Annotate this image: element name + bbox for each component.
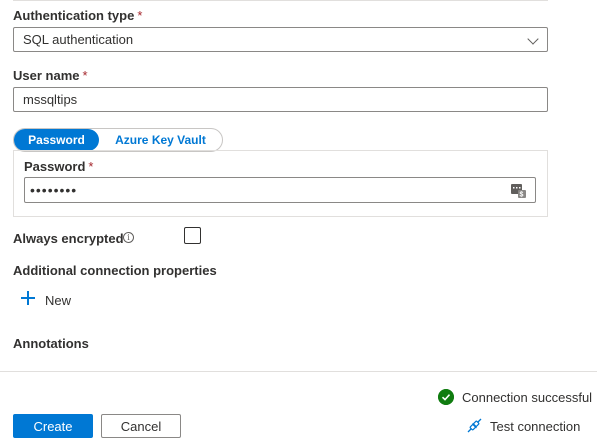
- create-button[interactable]: Create: [13, 414, 93, 438]
- new-property-button[interactable]: New: [45, 293, 71, 308]
- top-divider: [13, 0, 548, 1]
- password-input[interactable]: •••••••• $: [24, 177, 536, 203]
- svg-text:$: $: [520, 192, 525, 199]
- password-label: Password *: [24, 159, 93, 174]
- password-masked-value: ••••••••: [30, 182, 78, 198]
- username-label-text: User name: [13, 68, 80, 83]
- chevron-down-icon: [527, 33, 539, 45]
- cancel-button[interactable]: Cancel: [101, 414, 181, 438]
- checkmark-circle-icon: [438, 389, 454, 405]
- info-icon[interactable]: i: [123, 232, 134, 243]
- always-encrypted-checkbox[interactable]: [184, 227, 201, 244]
- key-vault-icon[interactable]: $: [510, 182, 526, 198]
- password-source-toggle: Password Azure Key Vault: [13, 128, 223, 152]
- plug-connection-icon[interactable]: [466, 417, 483, 434]
- username-value: mssqltips: [23, 92, 78, 107]
- auth-type-label-text: Authentication type: [13, 8, 135, 23]
- username-label: User name *: [13, 68, 88, 83]
- auth-type-label: Authentication type *: [13, 8, 142, 23]
- required-mark: *: [82, 68, 88, 83]
- password-label-text: Password: [24, 159, 86, 174]
- toggle-azure-key-vault[interactable]: Azure Key Vault: [99, 129, 222, 151]
- additional-props-label: Additional connection properties: [13, 263, 217, 278]
- footer-divider: [0, 371, 597, 372]
- toggle-password[interactable]: Password: [14, 129, 99, 151]
- plus-icon[interactable]: [21, 291, 35, 305]
- required-mark: *: [88, 159, 94, 174]
- required-mark: *: [137, 8, 143, 23]
- always-encrypted-label: Always encrypted: [13, 231, 124, 246]
- username-input[interactable]: mssqltips: [13, 87, 548, 112]
- auth-type-select[interactable]: SQL authentication: [13, 27, 548, 52]
- auth-type-value: SQL authentication: [23, 32, 134, 47]
- annotations-label: Annotations: [13, 336, 89, 351]
- connection-status-text: Connection successful: [462, 390, 593, 405]
- test-connection-button[interactable]: Test connection: [490, 419, 580, 434]
